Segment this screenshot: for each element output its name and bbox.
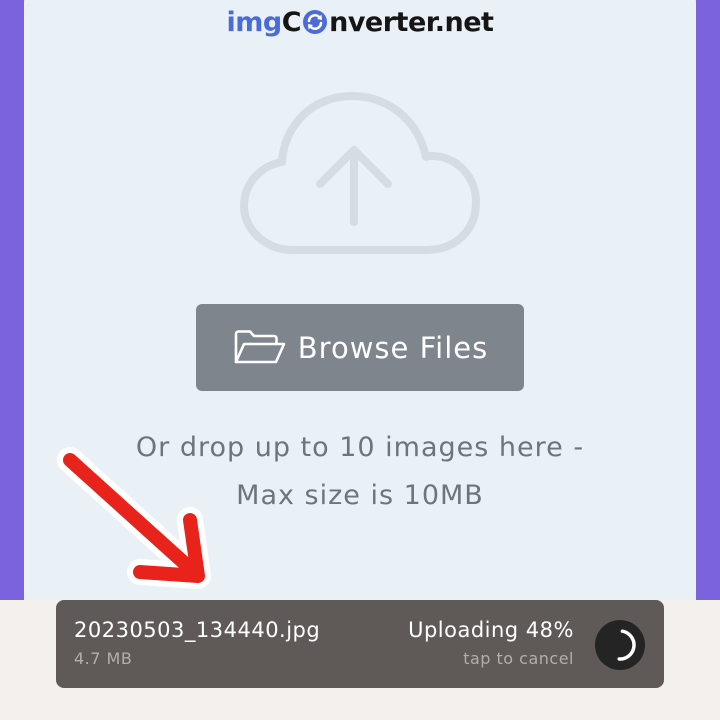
convert-cycle-icon (303, 10, 328, 34)
logo-text-rest: nverter.net (329, 6, 494, 38)
red-arrow-icon (57, 447, 211, 589)
file-name: 20230503_134440.jpg (74, 618, 321, 642)
loading-spinner-icon[interactable] (594, 619, 646, 671)
browse-files-label: Browse Files (297, 330, 489, 365)
folder-open-icon (234, 329, 286, 363)
cloud-upload-icon[interactable] (238, 88, 482, 260)
cancel-upload-link[interactable]: tap to cancel (463, 649, 574, 668)
browse-files-button[interactable]: Browse Files (196, 304, 524, 391)
upload-progress-bar: 20230503_134440.jpg 4.7 MB Uploading 48%… (56, 600, 664, 688)
upload-status: Uploading 48% (408, 618, 574, 642)
site-logo[interactable]: img C nverter.net (0, 2, 720, 42)
logo-text-c: C (281, 6, 302, 38)
file-size: 4.7 MB (74, 649, 133, 668)
logo-text-img: img (226, 6, 283, 38)
